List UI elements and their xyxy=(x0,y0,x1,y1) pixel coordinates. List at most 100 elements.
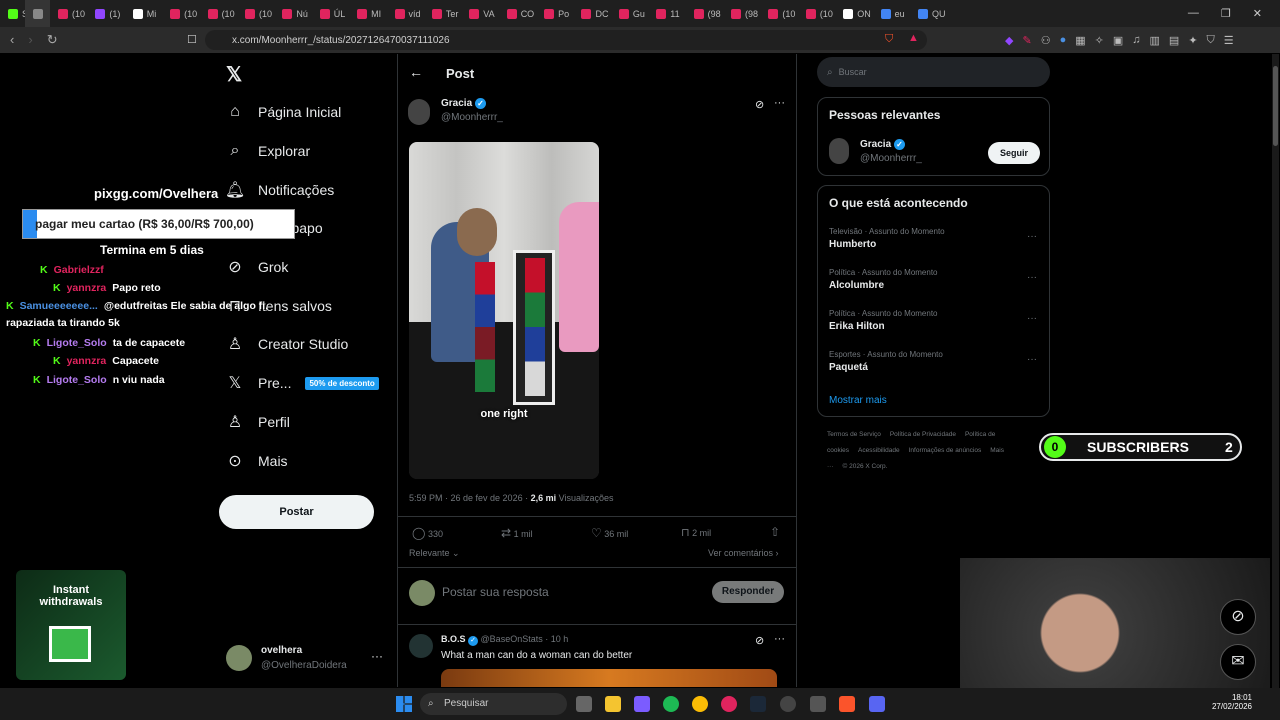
browser-tab[interactable]: (10 xyxy=(162,0,199,27)
trend-item[interactable]: Televisão · Assunto do Momento Humberto ··… xyxy=(818,221,1049,262)
person-name[interactable]: Gracia ✓ xyxy=(860,139,905,150)
like-action[interactable]: ♡ 36 mil xyxy=(591,526,628,540)
vpn-icon[interactable]: ⛉ xyxy=(1207,34,1215,47)
extension-icon[interactable]: ✧ xyxy=(1095,34,1104,47)
footer-link[interactable]: Informações de anúncios xyxy=(909,447,982,454)
grok-float-button[interactable]: ⊘ xyxy=(1220,599,1256,635)
grok-icon[interactable]: ⊘ xyxy=(755,98,764,111)
brave-icon[interactable] xyxy=(839,696,855,712)
browser-tab[interactable]: (10 xyxy=(237,0,274,27)
nav-item[interactable]: ⊙ Mais xyxy=(218,441,398,480)
browser-tab[interactable]: (10 xyxy=(798,0,835,27)
post-video[interactable]: one right xyxy=(409,142,599,479)
extension-icon[interactable]: ◆ xyxy=(1005,34,1013,47)
browser-tab[interactable] xyxy=(25,0,50,27)
browser-tab[interactable]: CO xyxy=(499,0,536,27)
more-icon[interactable]: ··· xyxy=(1027,272,1037,283)
more-icon[interactable]: ··· xyxy=(1027,231,1037,242)
extension-icon[interactable]: ✎ xyxy=(1022,34,1031,47)
more-icon[interactable]: ··· xyxy=(1027,354,1037,365)
discord-icon[interactable] xyxy=(869,696,885,712)
rewards-icon[interactable]: ▲ xyxy=(908,32,919,44)
browser-tab[interactable]: 11 xyxy=(648,0,685,27)
reply-avatar[interactable] xyxy=(409,634,433,658)
steam-icon[interactable] xyxy=(750,696,766,712)
author-name[interactable]: Gracia ✓ xyxy=(441,98,486,109)
search-input[interactable]: ⌕ Buscar xyxy=(817,57,1050,87)
browser-tab[interactable]: (10 xyxy=(50,0,87,27)
minimize-icon[interactable]: — xyxy=(1188,7,1199,20)
menu-icon[interactable]: ☰ xyxy=(1224,34,1234,47)
browser-tab[interactable]: QU xyxy=(910,0,947,27)
taskbar-search[interactable]: ⌕ Pesquisar xyxy=(420,693,567,715)
more-icon[interactable]: ··· xyxy=(774,97,785,109)
browser-tab[interactable]: Nú xyxy=(274,0,311,27)
chrome-icon[interactable] xyxy=(692,696,708,712)
browser-tab[interactable]: (1) xyxy=(87,0,124,27)
file-explorer-icon[interactable] xyxy=(605,696,621,712)
app-icon[interactable] xyxy=(780,696,796,712)
trend-item[interactable]: Esportes · Assunto do Momento Paquetá ··· xyxy=(818,344,1049,385)
footer-link[interactable]: Acessibilidade xyxy=(858,447,900,454)
browser-tab[interactable]: VA xyxy=(461,0,498,27)
messages-float-button[interactable]: ✉ xyxy=(1220,644,1256,680)
bookmark-page-icon[interactable]: ☐ xyxy=(187,33,197,46)
footer-link[interactable]: Política de Privacidade xyxy=(890,431,956,438)
reply-button[interactable]: Responder xyxy=(712,581,784,603)
reply-action[interactable]: ◯ 330 xyxy=(412,526,443,540)
extension-icon[interactable]: ● xyxy=(1060,34,1067,47)
footer-link[interactable]: © 2026 X Corp. xyxy=(843,463,888,470)
repost-action[interactable]: ⇄ 1 mil xyxy=(501,526,533,540)
bookmark-action[interactable]: ⊓ 2 mil xyxy=(681,526,711,539)
browser-tab[interactable]: (98 xyxy=(686,0,723,27)
sort-dropdown[interactable]: Relevante ⌄ xyxy=(409,548,460,559)
more-icon[interactable]: ··· xyxy=(371,649,383,663)
reply-media[interactable] xyxy=(441,669,777,687)
app-icon[interactable] xyxy=(810,696,826,712)
browser-tab[interactable]: Po xyxy=(536,0,573,27)
browser-tab[interactable]: MI xyxy=(349,0,386,27)
extension-icon[interactable]: ⚇ xyxy=(1041,34,1051,47)
browser-tab[interactable]: eu xyxy=(873,0,910,27)
person-avatar[interactable] xyxy=(829,138,849,164)
browser-tab[interactable]: Str xyxy=(0,0,25,27)
spotify-icon[interactable] xyxy=(663,696,679,712)
brave-shield-icon[interactable]: ⛉ xyxy=(885,33,893,46)
nav-item[interactable]: 🔔︎ Notificações xyxy=(218,170,398,209)
account-switcher[interactable]: ovelhera @OvelheraDoidera ··· xyxy=(226,643,386,675)
nav-item[interactable]: ⌂ Página Inicial xyxy=(218,93,398,132)
more-icon[interactable]: ··· xyxy=(1027,313,1037,324)
scrollbar[interactable] xyxy=(1272,54,1279,688)
app-icon[interactable] xyxy=(634,696,650,712)
browser-tab[interactable]: (10 xyxy=(760,0,797,27)
footer-link[interactable]: Termos de Serviço xyxy=(827,431,881,438)
windows-start-icon[interactable] xyxy=(396,696,412,712)
url-field[interactable]: x.com/Moonherrr_/status/2027126470037111… xyxy=(205,30,927,50)
task-view-icon[interactable] xyxy=(576,696,592,712)
browser-tab[interactable]: Ter xyxy=(424,0,461,27)
opera-icon[interactable] xyxy=(721,696,737,712)
share-icon[interactable]: ⇧ xyxy=(770,525,780,539)
sidebar-icon[interactable]: ▥ xyxy=(1150,34,1160,47)
author-avatar[interactable] xyxy=(408,99,430,125)
browser-tab[interactable]: (98 xyxy=(723,0,760,27)
extension-icon[interactable]: ▦ xyxy=(1075,34,1085,47)
restore-icon[interactable]: ❐ xyxy=(1221,7,1231,20)
browser-tab[interactable]: DC xyxy=(573,0,610,27)
show-more-link[interactable]: Mostrar mais xyxy=(829,395,887,406)
reply-author[interactable]: B.O.S ✓ @BaseOnStats · 10 h xyxy=(441,634,568,646)
browser-tab[interactable]: víd xyxy=(387,0,424,27)
post-button[interactable]: Postar xyxy=(219,495,374,529)
wallet-icon[interactable]: ▤ xyxy=(1169,34,1179,47)
browser-tab[interactable]: Mi xyxy=(125,0,162,27)
more-icon[interactable]: ··· xyxy=(774,633,785,645)
browser-tab[interactable]: ON xyxy=(835,0,872,27)
browser-tab[interactable]: Gu xyxy=(611,0,648,27)
see-comments-link[interactable]: Ver comentários › xyxy=(708,548,779,558)
browser-tab[interactable]: ÚL xyxy=(312,0,349,27)
extension-icon[interactable]: ▣ xyxy=(1113,34,1123,47)
music-icon[interactable]: ♫ xyxy=(1132,34,1140,47)
x-logo-icon[interactable]: 𝕏 xyxy=(226,62,242,87)
trend-item[interactable]: Política · Assunto do Momento Alcolumbre ·… xyxy=(818,262,1049,303)
browser-tab[interactable]: (10 xyxy=(200,0,237,27)
